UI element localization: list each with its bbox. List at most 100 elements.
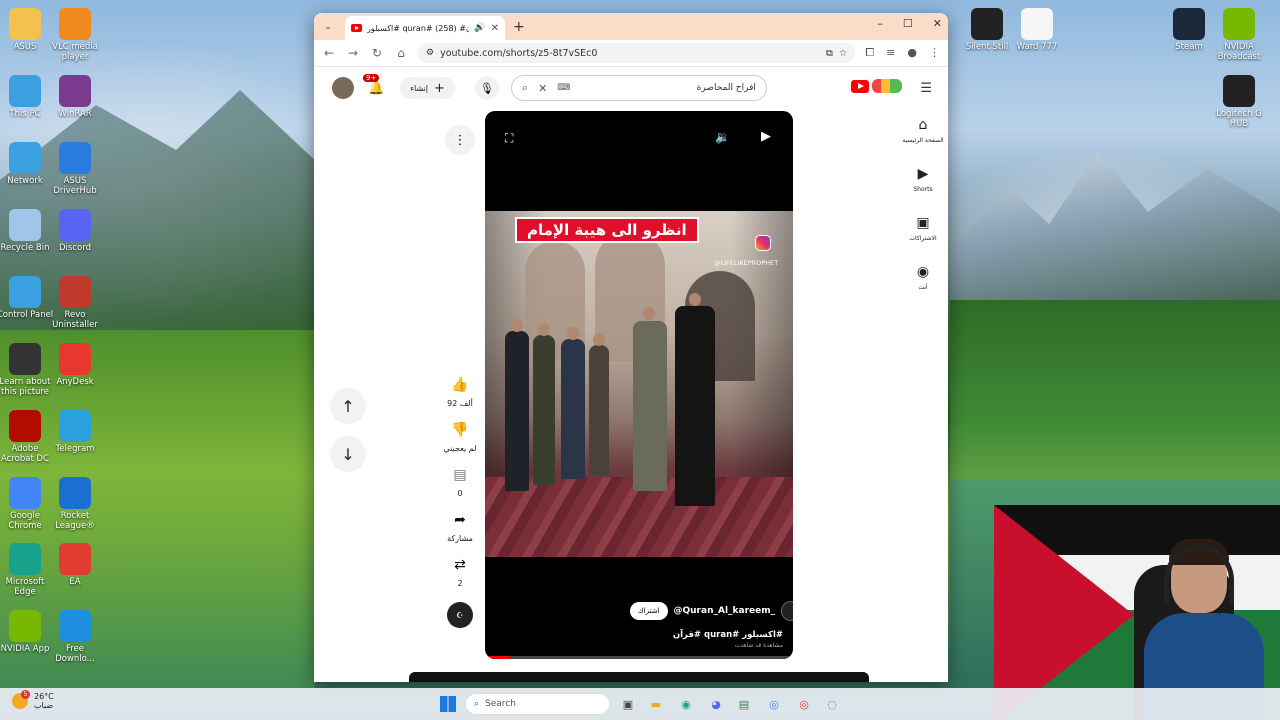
- extensions-icon[interactable]: ⧠: [865, 46, 874, 60]
- search-box[interactable]: ⌕ ✕ ⌨ افراح المحاصرة: [510, 75, 767, 101]
- create-button[interactable]: إنشاء +: [400, 77, 455, 99]
- file-icon: [971, 8, 1003, 40]
- toolbar-icons: ⧠ ≡ ● ⋮: [865, 46, 940, 60]
- desktop-icon[interactable]: Free Downlo...: [46, 610, 104, 665]
- file-explorer-icon[interactable]: ▬: [646, 694, 666, 714]
- bookmark-star-icon[interactable]: ☆: [839, 48, 848, 59]
- remix-button[interactable]: ⇄ 2: [438, 557, 482, 588]
- side-nav-item[interactable]: ▶ Shorts: [902, 166, 944, 193]
- desktop-icon-label: Discord: [59, 243, 91, 253]
- desktop-icon[interactable]: VLC media player: [46, 8, 104, 63]
- taskbar-search[interactable]: ⌕ Search: [465, 693, 610, 715]
- like-button[interactable]: 👍 92 ألف: [438, 377, 482, 408]
- share-button[interactable]: ➦ مشاركة: [438, 512, 482, 543]
- address-bar: ← → ↻ ⌂ ⚙ youtube.com/shorts/z5-8t7vSEc0…: [314, 40, 948, 67]
- profile-icon[interactable]: ●: [907, 46, 917, 60]
- home-icon[interactable]: ⌂: [394, 46, 408, 60]
- vlc-icon: [59, 8, 91, 40]
- task-view-icon[interactable]: ▣: [618, 694, 638, 714]
- desktop-icon[interactable]: Rocket League®: [46, 477, 104, 532]
- more-options-button[interactable]: ⋮: [445, 125, 475, 155]
- close-window-button[interactable]: ✕: [933, 17, 942, 30]
- desktop-icon[interactable]: WinRAR: [46, 75, 104, 120]
- desktop-icon[interactable]: ASUS DriverHub: [46, 142, 104, 197]
- desktop-icon[interactable]: NVIDIA Broadcast: [1210, 8, 1268, 63]
- vertical-dots-icon: ⋮: [453, 132, 467, 148]
- desktop-icon[interactable]: Logitech G HUB: [1210, 75, 1268, 130]
- desktop-icon[interactable]: Revo Uninstaller: [46, 276, 104, 331]
- playback-progress[interactable]: [485, 656, 793, 659]
- desktop-icon[interactable]: Ward 777: [1008, 8, 1066, 53]
- dislike-label: لم يعجبني: [443, 444, 477, 453]
- reload-icon[interactable]: ↻: [370, 46, 384, 60]
- like-count: 92 ألف: [447, 399, 473, 408]
- thumbs-up-icon: 👍: [451, 377, 469, 393]
- omnibox[interactable]: ⚙ youtube.com/shorts/z5-8t7vSEc0 ⧉ ☆: [418, 43, 856, 63]
- next-short-button[interactable]: ↓: [330, 436, 366, 472]
- shorts-player[interactable]: ⛶ 🔉 ▶ انظرو الى هيبة الإمام @LIFELIKEPRO…: [485, 111, 793, 659]
- channel-name[interactable]: @Quran_Al_kareem_: [674, 606, 776, 616]
- fullscreen-icon[interactable]: ⛶: [505, 131, 513, 146]
- desktop-icon-label: Ward 777: [1016, 42, 1058, 52]
- close-tab-icon[interactable]: ✕: [491, 23, 499, 34]
- forward-icon[interactable]: →: [346, 46, 360, 60]
- minimize-button[interactable]: –: [877, 17, 883, 30]
- winrar-icon: [59, 75, 91, 107]
- app2-taskbar-icon[interactable]: ◌: [822, 694, 842, 714]
- steam-icon: [1173, 8, 1205, 40]
- worshipper-head: [593, 333, 605, 346]
- media-controls-icon[interactable]: ≡: [886, 46, 895, 60]
- edge-icon: [9, 543, 41, 575]
- discord-taskbar-icon[interactable]: ◕: [706, 694, 726, 714]
- windows-start-icon[interactable]: [440, 696, 456, 712]
- back-icon[interactable]: ←: [322, 46, 336, 60]
- temperature: 26°C: [34, 692, 54, 701]
- channel-avatar[interactable]: [781, 601, 793, 621]
- new-tab-button[interactable]: +: [513, 19, 525, 35]
- desktop-icon[interactable]: EA: [46, 543, 104, 588]
- youtube-logo[interactable]: [851, 79, 902, 93]
- site-info-icon[interactable]: ⚙: [426, 48, 434, 58]
- clear-search-icon[interactable]: ✕: [538, 82, 547, 95]
- dislike-button[interactable]: 👎 لم يعجبني: [438, 422, 482, 453]
- desktop-icon[interactable]: AnyDesk: [46, 343, 104, 388]
- sound-avatar[interactable]: ☪: [447, 602, 473, 628]
- guide-menu-icon[interactable]: ☰: [920, 81, 932, 96]
- remix-icon: ⇄: [454, 557, 466, 573]
- notifications-button[interactable]: 🔔 9+: [363, 73, 384, 96]
- play-icon[interactable]: ▶: [761, 129, 771, 144]
- voice-search-button[interactable]: 🎙: [474, 76, 499, 100]
- keyboard-icon[interactable]: ⌨: [557, 83, 570, 93]
- previous-short-button[interactable]: ↑: [330, 388, 366, 424]
- desktop-icon-label: Telegram: [55, 444, 95, 454]
- edge-taskbar-icon[interactable]: ◉: [676, 694, 696, 714]
- chrome-taskbar-icon[interactable]: ◎: [764, 694, 784, 714]
- side-nav-label: الاشتراكات: [909, 235, 937, 242]
- camera-icon: [9, 343, 41, 375]
- youtube-header: 🔔 9+ إنشاء + 🎙 ⌕ ✕ ⌨ افراح المحاصرة ☰: [314, 67, 948, 109]
- app-taskbar-icon[interactable]: ▤: [734, 694, 754, 714]
- install-app-icon[interactable]: ⧉: [826, 48, 833, 59]
- subscribe-button[interactable]: اشتراك: [630, 602, 668, 620]
- maximize-button[interactable]: ☐: [903, 17, 913, 30]
- account-avatar[interactable]: [332, 77, 354, 99]
- weather-widget[interactable]: 5 26°C ضباب: [12, 690, 54, 710]
- short-title[interactable]: #اكسبلور #quran #قرآن: [673, 630, 783, 640]
- chrome-active-taskbar-icon[interactable]: ◎: [794, 694, 814, 714]
- side-nav-item[interactable]: ⌂ الصفحة الرئيسية: [902, 117, 944, 144]
- side-nav-item[interactable]: ▣ الاشتراكات: [902, 215, 944, 242]
- speaker-icon[interactable]: 🔊: [474, 23, 485, 33]
- volume-icon[interactable]: 🔉: [715, 130, 730, 144]
- browser-window: ⌄ اكسبلور# quran# قرآن# (258) 🔊 ✕ + – ☐ …: [314, 13, 948, 682]
- desktop-icon[interactable]: Telegram: [46, 410, 104, 455]
- control-panel-icon: [9, 276, 41, 308]
- search-icon[interactable]: ⌕: [522, 81, 528, 95]
- thumbs-down-icon: 👎: [451, 422, 469, 438]
- side-nav-item[interactable]: ◉ أنت: [902, 264, 944, 291]
- desktop-icon[interactable]: Discord: [46, 209, 104, 254]
- menu-icon[interactable]: ⋮: [929, 46, 940, 60]
- search-input[interactable]: افراح المحاصرة: [580, 83, 756, 93]
- tab-search-button[interactable]: ⌄: [319, 18, 337, 36]
- browser-tab[interactable]: اكسبلور# quran# قرآن# (258) 🔊 ✕: [345, 16, 505, 40]
- comments-button[interactable]: ▤ 0: [438, 467, 482, 498]
